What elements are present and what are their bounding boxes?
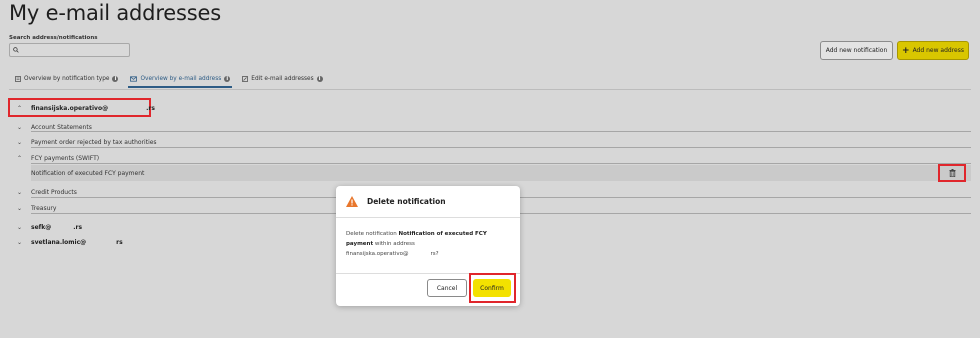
search-label: Search address/notifications <box>9 35 98 41</box>
plus-icon: + <box>902 45 910 56</box>
tab-divider <box>9 89 971 90</box>
chevron-up-icon[interactable]: ⌃ <box>16 105 23 112</box>
divider <box>31 163 971 164</box>
notification-label: Notification of executed FCY payment <box>31 169 145 177</box>
add-address-label: Add new address <box>912 47 964 54</box>
address-label: svetlana.lomic@ rs <box>31 238 123 246</box>
trash-icon <box>949 169 955 177</box>
address-label: sefk@ .rs <box>31 223 83 231</box>
confirm-highlight <box>469 273 516 303</box>
tab-bar: Overview by notification type i Overview… <box>15 72 335 88</box>
group-label: Credit Products <box>31 188 77 196</box>
group-label: Treasury <box>31 204 57 212</box>
tab-overview-by-type[interactable]: Overview by notification type i <box>15 72 119 86</box>
divider <box>31 213 336 214</box>
mail-icon <box>130 76 138 82</box>
divider <box>31 147 971 148</box>
divider <box>520 213 971 214</box>
address-row[interactable]: ⌃ finansijska.operativo@ .rs <box>0 100 980 116</box>
notification-row[interactable]: Notification of executed FCY payment <box>31 165 971 181</box>
divider <box>520 197 971 198</box>
add-notification-button[interactable]: Add new notification <box>820 41 893 60</box>
warning-icon <box>346 196 358 207</box>
search-field[interactable] <box>9 43 130 57</box>
group-label: FCY payments (SWIFT) <box>31 154 100 162</box>
add-address-button[interactable]: + Add new address <box>897 41 969 60</box>
group-label: Account Statements <box>31 123 92 131</box>
group-label: Payment order rejected by tax authoritie… <box>31 138 157 146</box>
search-input[interactable] <box>19 45 123 55</box>
chevron-down-icon[interactable]: ⌄ <box>16 124 23 131</box>
info-icon: i <box>224 76 231 82</box>
tab-label: Overview by notification type <box>24 76 110 82</box>
chevron-down-icon[interactable]: ⌄ <box>16 239 23 246</box>
group-row[interactable]: ⌄ Account Statements <box>0 119 980 135</box>
dialog-message: Delete notification Notification of exec… <box>346 231 487 257</box>
chevron-down-icon[interactable]: ⌄ <box>16 224 23 231</box>
tab-overview-by-address[interactable]: Overview by e-mail address i <box>128 72 233 88</box>
tab-label: Edit e-mail addresses <box>251 76 314 82</box>
divider <box>31 197 336 198</box>
tab-label: Overview by e-mail address <box>140 76 222 82</box>
info-icon: i <box>112 76 119 82</box>
chevron-down-icon[interactable]: ⌄ <box>16 139 23 146</box>
address-label: finansijska.operativo@ .rs <box>31 104 155 112</box>
divider <box>31 131 971 132</box>
list-icon <box>15 76 21 82</box>
chevron-down-icon[interactable]: ⌄ <box>16 205 23 212</box>
tab-edit-addresses[interactable]: Edit e-mail addresses i <box>242 72 323 86</box>
chevron-up-icon[interactable]: ⌃ <box>16 155 23 162</box>
edit-icon <box>242 76 249 82</box>
page-title: My e-mail addresses <box>9 1 221 25</box>
dialog-header: Delete notification <box>336 186 520 218</box>
cancel-button[interactable]: Cancel <box>427 279 467 297</box>
chevron-down-icon[interactable]: ⌄ <box>16 189 23 196</box>
delete-button[interactable] <box>938 164 966 182</box>
dialog-title: Delete notification <box>367 197 446 206</box>
info-icon: i <box>316 76 323 82</box>
